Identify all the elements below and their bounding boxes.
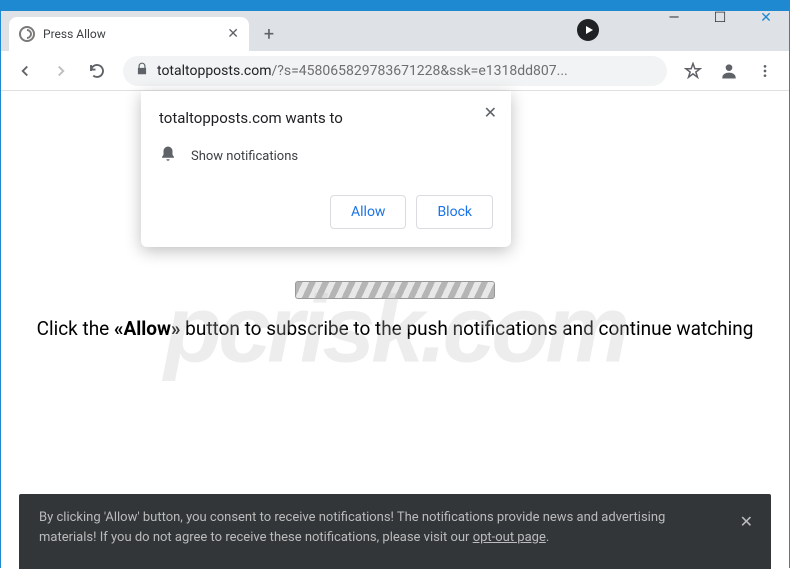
dialog-title: totaltopposts.com wants to <box>159 109 493 127</box>
back-button[interactable] <box>9 55 41 87</box>
tab-title: Press Allow <box>43 27 219 41</box>
dialog-close-button[interactable]: ✕ <box>484 103 497 122</box>
bookmark-star-icon[interactable] <box>677 55 709 87</box>
close-window-button[interactable]: ✕ <box>743 1 789 35</box>
media-play-icon[interactable] <box>577 19 599 41</box>
browser-tab[interactable]: Press Allow ✕ <box>9 17 249 51</box>
consent-text: By clicking 'Allow' button, you consent … <box>39 510 665 545</box>
progress-bar <box>295 281 495 299</box>
forward-button <box>45 55 77 87</box>
consent-close-button[interactable]: ✕ <box>740 510 753 534</box>
minimize-button[interactable]: — <box>651 1 697 35</box>
new-tab-button[interactable]: + <box>255 20 283 48</box>
notification-permission-dialog: ✕ totaltopposts.com wants to Show notifi… <box>141 91 511 247</box>
permission-item: Show notifications <box>159 141 493 171</box>
globe-icon <box>19 26 35 42</box>
browser-toolbar: totaltopposts.com/?s=458065829783671228&… <box>1 51 789 91</box>
url-text: totaltopposts.com/?s=458065829783671228&… <box>157 63 655 79</box>
allow-button[interactable]: Allow <box>330 195 406 229</box>
reload-button[interactable] <box>81 55 113 87</box>
permission-label: Show notifications <box>191 149 298 164</box>
bell-icon <box>159 145 177 167</box>
address-bar[interactable]: totaltopposts.com/?s=458065829783671228&… <box>123 56 667 86</box>
window-controls: — ☐ ✕ <box>651 1 789 35</box>
profile-avatar-icon[interactable] <box>713 55 745 87</box>
lock-icon <box>135 62 149 79</box>
instruction-text: Click the «Allow» button to subscribe to… <box>1 317 789 341</box>
page-content: pcrisk.com ✕ totaltopposts.com wants to … <box>1 91 789 569</box>
tab-close-button[interactable]: ✕ <box>227 26 239 42</box>
dialog-buttons: Allow Block <box>159 195 493 229</box>
consent-banner: ✕ By clicking 'Allow' button, you consen… <box>19 494 771 569</box>
opt-out-link[interactable]: opt-out page <box>473 530 546 545</box>
maximize-button[interactable]: ☐ <box>697 1 743 35</box>
kebab-menu-icon[interactable] <box>749 55 781 87</box>
block-button[interactable]: Block <box>416 195 493 229</box>
